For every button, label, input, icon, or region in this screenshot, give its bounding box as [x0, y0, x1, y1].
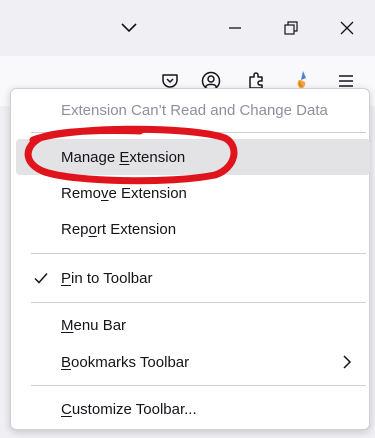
menu-item-bookmarks-toolbar[interactable]: Bookmarks Toolbar	[16, 344, 370, 380]
menu-header-label: Extension Can’t Read and Change Data	[61, 101, 328, 119]
close-window-button[interactable]	[332, 14, 362, 42]
hamburger-menu-icon	[339, 75, 353, 87]
menu-header-extension-permissions: Extension Can’t Read and Change Data	[16, 92, 370, 128]
restore-icon	[284, 21, 298, 35]
menu-item-manage-extension[interactable]: Manage Extension	[16, 139, 370, 175]
menu-item-pin-to-toolbar[interactable]: Pin to Toolbar	[16, 260, 370, 296]
menu-item-report-extension[interactable]: Report Extension	[16, 211, 370, 247]
extension-context-menu: Extension Can’t Read and Change Data Man…	[10, 88, 370, 430]
menu-separator	[31, 302, 366, 303]
menu-item-label: Menu Bar	[61, 316, 127, 334]
checkmark-icon	[34, 273, 48, 284]
minimize-icon	[229, 27, 241, 29]
menu-item-label: Remove Extension	[61, 184, 187, 202]
menu-item-label: Pin to Toolbar	[61, 269, 153, 287]
close-icon	[340, 21, 354, 35]
chevron-down-icon	[121, 23, 137, 33]
menu-separator	[31, 132, 366, 133]
minimize-button[interactable]	[220, 14, 250, 42]
menu-separator	[31, 385, 366, 386]
chevron-right-icon	[343, 355, 352, 369]
menu-separator	[31, 253, 366, 254]
restore-button[interactable]	[276, 14, 306, 42]
list-all-tabs-button[interactable]	[114, 14, 144, 42]
menu-item-remove-extension[interactable]: Remove Extension	[16, 175, 370, 211]
menu-item-menu-bar[interactable]: Menu Bar	[16, 307, 370, 343]
menu-item-label: Report Extension	[61, 220, 177, 238]
menu-item-customize-toolbar[interactable]: Customize Toolbar...	[16, 391, 370, 427]
menu-item-label: Bookmarks Toolbar	[61, 353, 190, 371]
menu-item-label: Customize Toolbar...	[61, 400, 197, 418]
menu-item-label: Manage Extension	[61, 148, 186, 166]
extensions-puzzle-icon	[249, 72, 263, 89]
title-bar	[0, 0, 375, 56]
